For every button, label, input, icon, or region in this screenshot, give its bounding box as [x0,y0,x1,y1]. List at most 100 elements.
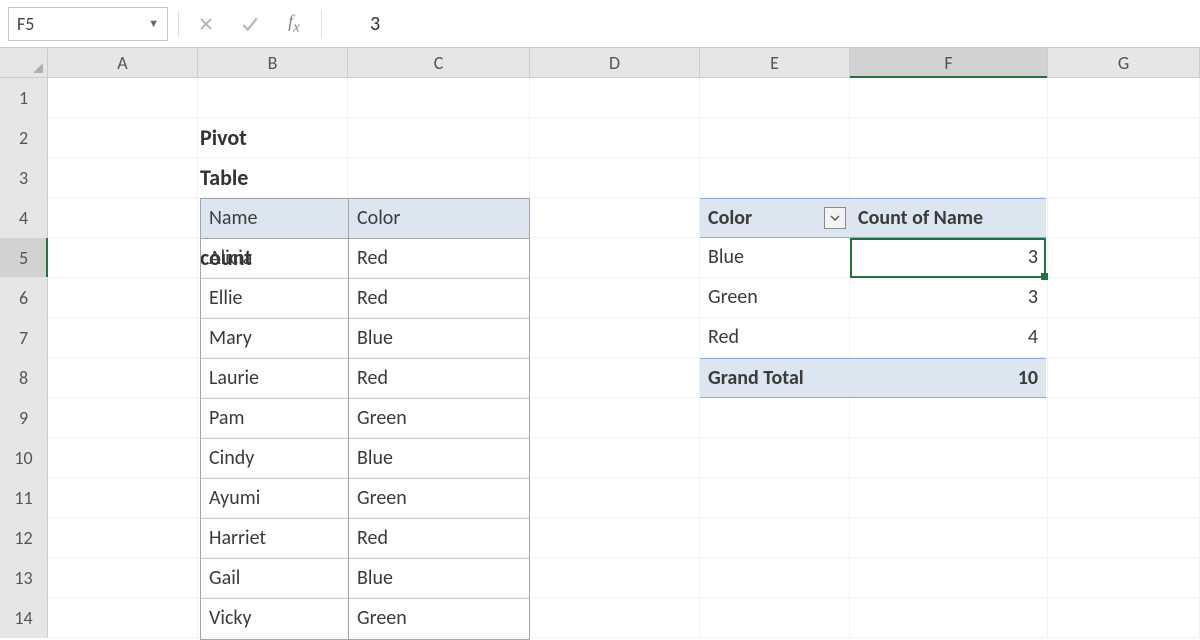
cell-G4[interactable] [1048,198,1200,238]
cell-A8[interactable] [48,358,198,398]
row-header-7[interactable]: 7 [0,318,48,358]
row-header-12[interactable]: 12 [0,518,48,558]
confirm-edit-button[interactable] [233,9,267,39]
cell-E10[interactable] [700,438,850,478]
cell-G1[interactable] [1048,78,1200,118]
cell-G14[interactable] [1048,598,1200,638]
cell-A7[interactable] [48,318,198,358]
table-row[interactable]: LaurieRed [201,359,529,399]
formula-input[interactable] [332,11,1192,37]
row-header-9[interactable]: 9 [0,398,48,438]
row-header-13[interactable]: 13 [0,558,48,598]
pivot-filter-button[interactable] [824,207,846,229]
row-header-4[interactable]: 4 [0,198,48,238]
cell-E1[interactable] [700,78,850,118]
cell-G6[interactable] [1048,278,1200,318]
cell-D2[interactable] [530,118,700,158]
cell-F1[interactable] [850,78,1048,118]
pivot-row[interactable]: Red4 [700,318,1046,358]
row-header-1[interactable]: 1 [0,78,48,118]
name-box[interactable]: F5 ▼ [8,7,168,41]
cell-F11[interactable] [850,478,1048,518]
table-row[interactable]: AliciaRed [201,239,529,279]
cell-C1[interactable] [348,78,530,118]
column-header-B[interactable]: B [198,48,348,77]
cell-E9[interactable] [700,398,850,438]
column-header-G[interactable]: G [1048,48,1200,77]
cell-E2[interactable] [700,118,850,158]
cell-E3[interactable] [700,158,850,198]
cell-B1[interactable] [198,78,348,118]
table-row[interactable]: HarrietRed [201,519,529,559]
cell-E12[interactable] [700,518,850,558]
cell-A2[interactable] [48,118,198,158]
table-row[interactable]: CindyBlue [201,439,529,479]
column-header-F[interactable]: F [850,48,1048,77]
cell-F12[interactable] [850,518,1048,558]
column-header-C[interactable]: C [348,48,530,77]
row-header-6[interactable]: 6 [0,278,48,318]
cell-A9[interactable] [48,398,198,438]
row-header-10[interactable]: 10 [0,438,48,478]
cell-D8[interactable] [530,358,700,398]
cell-F9[interactable] [850,398,1048,438]
column-header-D[interactable]: D [530,48,700,77]
cell-D12[interactable] [530,518,700,558]
cell-G11[interactable] [1048,478,1200,518]
cell-D11[interactable] [530,478,700,518]
cell-E14[interactable] [700,598,850,638]
cell-A1[interactable] [48,78,198,118]
table-header-color[interactable]: Color [349,199,529,239]
table-row[interactable]: GailBlue [201,559,529,599]
cell-G8[interactable] [1048,358,1200,398]
pivot-row[interactable]: Blue3 [700,238,1046,278]
pivot-grand-total-row[interactable]: Grand Total 10 [700,358,1046,398]
cell-A10[interactable] [48,438,198,478]
cell-F14[interactable] [850,598,1048,638]
cell-G3[interactable] [1048,158,1200,198]
cell-G5[interactable] [1048,238,1200,278]
cell-A11[interactable] [48,478,198,518]
cell-F3[interactable] [850,158,1048,198]
cell-A12[interactable] [48,518,198,558]
cell-D5[interactable] [530,238,700,278]
cell-C3[interactable] [348,158,530,198]
insert-function-button[interactable]: fx [277,9,311,39]
table-header-name[interactable]: Name [201,199,349,239]
cell-A3[interactable] [48,158,198,198]
pivot-value-label-header[interactable]: Count of Name [850,198,1046,238]
cell-F2[interactable] [850,118,1048,158]
cancel-edit-button[interactable] [189,9,223,39]
select-all-corner[interactable] [0,48,48,77]
cell-G9[interactable] [1048,398,1200,438]
cell-A4[interactable] [48,198,198,238]
row-header-14[interactable]: 14 [0,598,48,638]
cell-D9[interactable] [530,398,700,438]
cell-D3[interactable] [530,158,700,198]
cell-E11[interactable] [700,478,850,518]
table-row[interactable]: MaryBlue [201,319,529,359]
cell-D13[interactable] [530,558,700,598]
column-header-A[interactable]: A [48,48,198,77]
row-header-11[interactable]: 11 [0,478,48,518]
cell-G13[interactable] [1048,558,1200,598]
table-row[interactable]: EllieRed [201,279,529,319]
cell-A14[interactable] [48,598,198,638]
cell-A13[interactable] [48,558,198,598]
cell-F10[interactable] [850,438,1048,478]
cell-G12[interactable] [1048,518,1200,558]
row-header-8[interactable]: 8 [0,358,48,398]
column-header-E[interactable]: E [700,48,850,77]
pivot-row-label-header[interactable]: Color [700,198,850,238]
cell-A5[interactable] [48,238,198,278]
table-row[interactable]: VickyGreen [201,599,529,639]
spreadsheet-grid[interactable]: ABCDEFG 1234567891011121314 Pivot Table … [0,48,1200,638]
row-header-2[interactable]: 2 [0,118,48,158]
pivot-row[interactable]: Green3 [700,278,1046,318]
cell-C2[interactable] [348,118,530,158]
cell-D7[interactable] [530,318,700,358]
table-row[interactable]: AyumiGreen [201,479,529,519]
cell-G10[interactable] [1048,438,1200,478]
cell-D10[interactable] [530,438,700,478]
cell-A6[interactable] [48,278,198,318]
